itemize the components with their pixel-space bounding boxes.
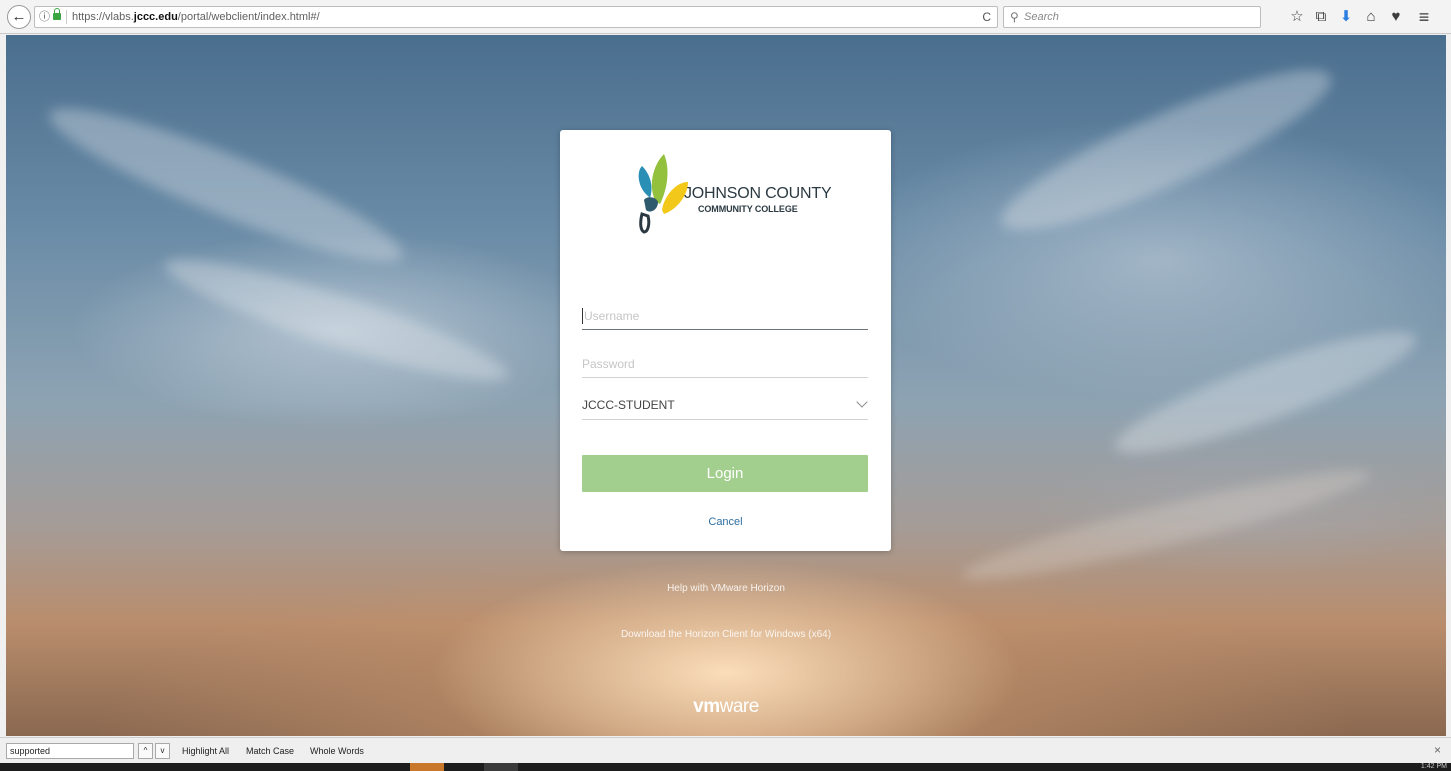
taskbar-app-icon[interactable] [484, 763, 518, 771]
find-bar: supported ^ v Highlight All Match Case W… [0, 737, 1451, 763]
close-icon[interactable]: × [1434, 743, 1441, 757]
whole-words-toggle[interactable]: Whole Words [310, 746, 364, 756]
college-name-line1: JOHNSON COUNTY [684, 185, 832, 202]
home-icon[interactable]: ⌂ [1360, 6, 1382, 28]
highlight-all-toggle[interactable]: Highlight All [182, 746, 229, 756]
find-input[interactable]: supported [6, 743, 134, 759]
bookmark-star-icon[interactable]: ☆ [1286, 6, 1308, 28]
url-text[interactable]: https://vlabs.jccc.edu/portal/webclient/… [72, 7, 320, 27]
taskbar-app-icon[interactable] [410, 763, 444, 771]
browser-toolbar: ← ⓘ https://vlabs.jccc.edu/portal/webcli… [0, 0, 1451, 34]
taskbar: 1:42 PM [0, 763, 1451, 771]
pocket-icon[interactable]: ♥ [1385, 6, 1407, 28]
chevron-down-icon [856, 396, 868, 408]
download-icon[interactable]: ⬇ [1335, 6, 1357, 28]
cloud-streak [987, 44, 1345, 256]
username-placeholder: Username [584, 309, 640, 323]
college-logo-mark [638, 154, 688, 234]
menu-icon[interactable]: ≡ [1413, 6, 1435, 28]
address-bar[interactable]: ⓘ https://vlabs.jccc.edu/portal/webclien… [34, 6, 998, 28]
college-name-line2: COMMUNITY COLLEGE [698, 204, 798, 214]
search-placeholder: Search [1024, 11, 1059, 23]
info-icon[interactable]: ⓘ [39, 7, 50, 27]
cloud-streak [157, 240, 515, 400]
search-icon: ⚲ [1010, 10, 1019, 24]
lock-icon[interactable] [53, 8, 61, 22]
username-field[interactable]: Username [582, 304, 868, 330]
download-client-link[interactable]: Download the Horizon Client for Windows … [6, 629, 1446, 640]
find-next-button[interactable]: v [155, 743, 170, 759]
password-field[interactable]: Password [582, 352, 868, 378]
cloud-streak [38, 86, 414, 284]
back-button[interactable]: ← [7, 5, 31, 29]
login-button[interactable]: Login [582, 455, 868, 492]
reload-icon[interactable]: C [982, 7, 991, 27]
domain-value: JCCC-STUDENT [582, 398, 675, 412]
find-previous-button[interactable]: ^ [138, 743, 153, 759]
password-placeholder: Password [582, 357, 635, 371]
match-case-toggle[interactable]: Match Case [246, 746, 294, 756]
address-separator [66, 10, 67, 24]
vmware-logo: vmware [693, 696, 759, 717]
cloud-streak [1106, 311, 1426, 474]
library-icon[interactable]: ⧉ [1310, 6, 1332, 28]
login-card: JOHNSON COUNTY COMMUNITY COLLEGE Usernam… [560, 130, 891, 551]
college-logo: JOHNSON COUNTY COMMUNITY COLLEGE [634, 152, 834, 236]
cancel-link[interactable]: Cancel [560, 516, 891, 528]
domain-select[interactable]: JCCC-STUDENT [582, 394, 868, 420]
login-page-background: JOHNSON COUNTY COMMUNITY COLLEGE Usernam… [6, 35, 1446, 736]
help-link[interactable]: Help with VMware Horizon [6, 583, 1446, 594]
search-bar[interactable]: ⚲ Search [1003, 6, 1261, 28]
cloud-streak [957, 454, 1375, 596]
text-caret [582, 308, 583, 324]
taskbar-clock: 1:42 PM [1420, 763, 1447, 770]
